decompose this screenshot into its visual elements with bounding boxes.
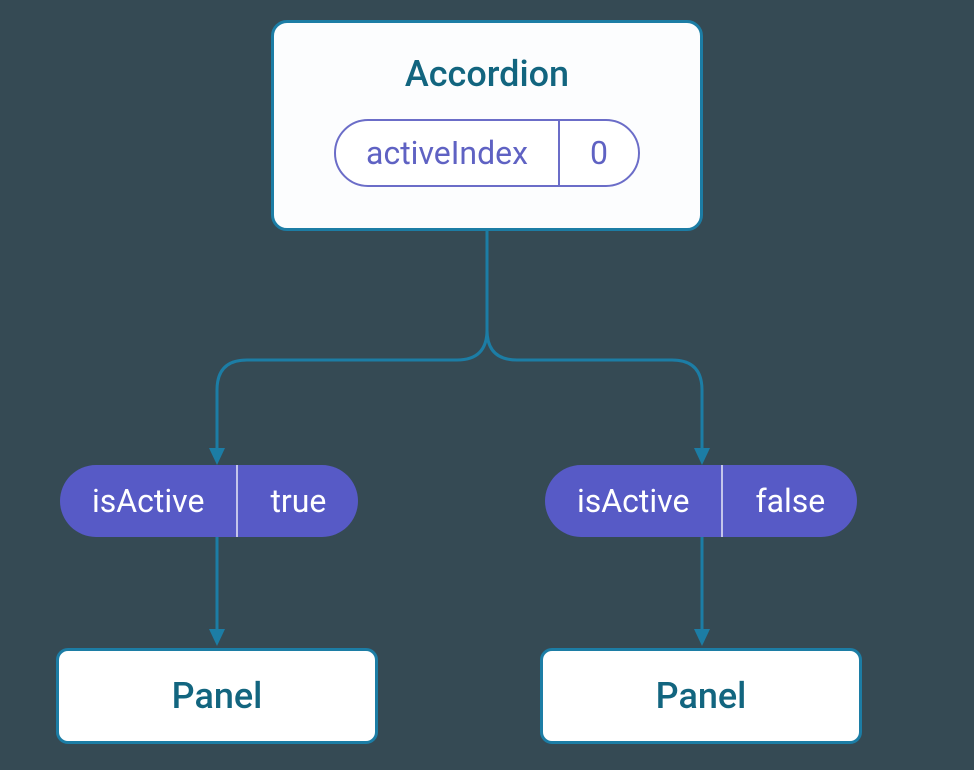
panel-title: Panel: [172, 675, 263, 717]
prop-label: isActive: [60, 465, 236, 537]
accordion-title: Accordion: [405, 53, 569, 95]
state-pill-activeindex: activeIndex 0: [334, 119, 640, 187]
accordion-component-box: Accordion activeIndex 0: [271, 20, 703, 231]
component-tree-diagram: Accordion activeIndex 0 isActive true is…: [0, 0, 974, 770]
prop-pill-isactive-left: isActive true: [60, 465, 358, 537]
state-value: 0: [560, 121, 638, 185]
prop-pill-isactive-right: isActive false: [545, 465, 857, 537]
panel-title: Panel: [656, 675, 747, 717]
prop-label: isActive: [545, 465, 721, 537]
prop-value: false: [723, 465, 857, 537]
state-label: activeIndex: [336, 121, 558, 185]
panel-component-box-right: Panel: [540, 648, 862, 744]
prop-value: true: [238, 465, 358, 537]
panel-component-box-left: Panel: [56, 648, 378, 744]
